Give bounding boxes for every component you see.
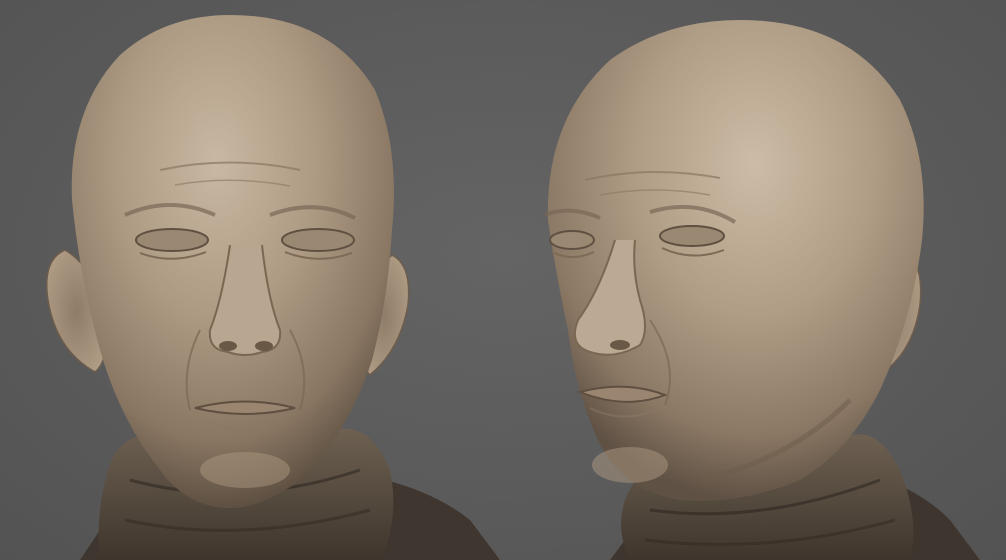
left-eye bbox=[549, 230, 595, 250]
head bbox=[547, 20, 924, 501]
right-eye bbox=[281, 228, 355, 252]
left-eye bbox=[135, 228, 209, 252]
right-eye bbox=[659, 225, 725, 247]
sculpt-render bbox=[46, 15, 980, 560]
sculpt-viewport bbox=[0, 0, 1006, 560]
head-front-view bbox=[46, 15, 500, 560]
head-three-quarter-view bbox=[544, 20, 980, 560]
